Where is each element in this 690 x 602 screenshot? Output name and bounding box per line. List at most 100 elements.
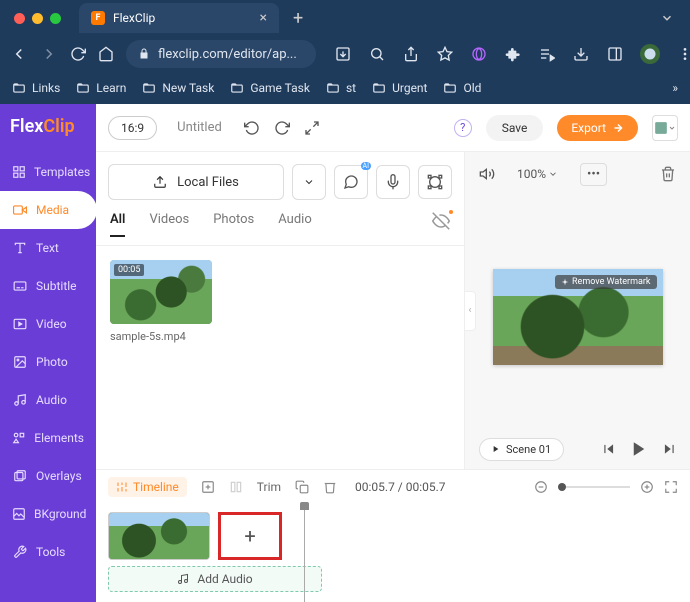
local-files-dropdown[interactable]: [292, 164, 326, 200]
sidebar-item-subtitle[interactable]: Subtitle: [0, 267, 96, 305]
sidebar-item-video[interactable]: Video: [0, 305, 96, 343]
bookmark-icon[interactable]: [436, 45, 454, 63]
share-icon[interactable]: [402, 45, 420, 63]
fit-icon[interactable]: [664, 480, 678, 494]
scene-selector[interactable]: Scene 01: [479, 438, 564, 461]
home-icon[interactable]: [98, 45, 114, 63]
bookmark-old[interactable]: Old: [443, 81, 481, 95]
minimize-window[interactable]: [32, 13, 43, 24]
bookmark-urgent[interactable]: Urgent: [372, 81, 427, 95]
timeline-clip[interactable]: [108, 512, 210, 560]
sidebar-item-audio[interactable]: Audio: [0, 381, 96, 419]
canvas[interactable]: Remove Watermark: [493, 269, 663, 365]
add-audio-button[interactable]: Add Audio: [108, 566, 322, 592]
history-controls: [244, 120, 320, 136]
skip-forward-icon[interactable]: [662, 442, 676, 456]
local-files-button[interactable]: Local Files: [108, 164, 284, 200]
topbar-right: ? Save Export: [454, 115, 678, 141]
collapse-panel-icon[interactable]: ‹: [464, 291, 476, 331]
media-tab-videos[interactable]: Videos: [149, 212, 189, 237]
media-tab-photos[interactable]: Photos: [213, 212, 254, 237]
zoom-selector[interactable]: 100%: [509, 163, 566, 185]
media-icon: [12, 203, 28, 217]
trim-label[interactable]: Trim: [257, 480, 281, 494]
close-window[interactable]: [14, 13, 25, 24]
bookmarks-overflow-icon[interactable]: »: [672, 81, 678, 95]
menu-icon[interactable]: [676, 45, 690, 63]
media-duration: 00:05: [114, 264, 144, 276]
playlist-icon[interactable]: [538, 45, 556, 63]
remove-watermark-button[interactable]: Remove Watermark: [555, 275, 657, 289]
maximize-window[interactable]: [50, 13, 61, 24]
record-audio-button[interactable]: [376, 165, 410, 199]
skip-back-icon[interactable]: [602, 442, 616, 456]
sidebar-item-text[interactable]: Text: [0, 229, 96, 267]
bookmark-links[interactable]: Links: [12, 81, 60, 95]
lock-icon: [138, 48, 150, 60]
sidebar-item-tools[interactable]: Tools: [0, 533, 96, 571]
add-clip-button[interactable]: +: [218, 512, 282, 560]
sidebar-item-overlays[interactable]: Overlays: [0, 457, 96, 495]
browser-tab[interactable]: F FlexClip ×: [79, 3, 279, 33]
tab-favicon-icon: F: [91, 11, 105, 25]
help-icon[interactable]: ?: [454, 119, 472, 137]
sidebar-item-media[interactable]: Media: [0, 191, 97, 229]
new-tab-button[interactable]: +: [287, 8, 309, 29]
sidebar-item-bkground[interactable]: BKground: [0, 495, 96, 533]
bookmark-st[interactable]: st: [326, 81, 356, 95]
project-title[interactable]: Untitled: [177, 120, 222, 135]
delete-icon[interactable]: [660, 166, 676, 182]
undo-icon[interactable]: [244, 120, 260, 136]
tab-close-icon[interactable]: ×: [260, 10, 267, 26]
visibility-toggle-icon[interactable]: [432, 212, 450, 237]
back-icon[interactable]: [10, 45, 28, 63]
bookmark-learn[interactable]: Learn: [76, 81, 126, 95]
record-screen-button[interactable]: [418, 165, 452, 199]
overlays-icon: [12, 469, 28, 483]
media-tab-audio[interactable]: Audio: [278, 212, 311, 237]
url-field[interactable]: flexclip.com/editor/ap...: [126, 40, 316, 68]
zoom-in-icon[interactable]: [640, 480, 654, 494]
extension-opera-icon[interactable]: [470, 45, 488, 63]
add-icon[interactable]: [201, 480, 215, 494]
sidebar-item-templates[interactable]: Templates: [0, 153, 96, 191]
download-icon[interactable]: [572, 45, 590, 63]
sidebar-item-elements[interactable]: Elements: [0, 419, 96, 457]
user-avatar[interactable]: [652, 115, 678, 141]
media-thumbnail[interactable]: 00:05: [110, 260, 212, 324]
playhead[interactable]: [304, 504, 305, 602]
profile-avatar-icon[interactable]: [640, 44, 660, 64]
save-button[interactable]: Save: [486, 115, 544, 141]
zoom-slider[interactable]: [558, 486, 630, 488]
tabs-dropdown-icon[interactable]: [652, 11, 682, 25]
split-icon[interactable]: [229, 480, 243, 494]
media-item[interactable]: 00:05 sample-5s.mp4: [110, 260, 212, 343]
text-icon: [12, 241, 28, 255]
ai-chat-button[interactable]: [334, 165, 368, 199]
media-tabs: All Videos Photos Audio: [96, 212, 464, 246]
timeline-delete-icon[interactable]: [323, 480, 337, 494]
sidebar-item-photo[interactable]: Photo: [0, 343, 96, 381]
preview-more-icon[interactable]: •••: [580, 163, 607, 186]
fullscreen-icon[interactable]: [304, 120, 320, 136]
sidepanel-icon[interactable]: [606, 45, 624, 63]
export-button[interactable]: Export: [557, 115, 638, 141]
forward-icon[interactable]: [40, 45, 58, 63]
zoom-icon[interactable]: [368, 45, 386, 63]
volume-icon[interactable]: [479, 166, 495, 182]
install-icon[interactable]: [334, 45, 352, 63]
copy-icon[interactable]: [295, 480, 309, 494]
aspect-ratio-selector[interactable]: 16:9: [108, 116, 157, 140]
media-tab-all[interactable]: All: [110, 212, 125, 237]
redo-icon[interactable]: [274, 120, 290, 136]
play-icon[interactable]: [630, 440, 648, 458]
reload-icon[interactable]: [70, 45, 86, 63]
bookmark-newtask[interactable]: New Task: [142, 81, 214, 95]
zoom-out-icon[interactable]: [534, 480, 548, 494]
timeline-mode-button[interactable]: Timeline: [108, 477, 187, 497]
extensions-icon[interactable]: [504, 45, 522, 63]
tools-icon: [12, 545, 28, 559]
timeline-tracks: + Add Audio: [96, 504, 690, 602]
app-root: FlexClip Templates Media Text Subtitle V…: [0, 104, 690, 602]
bookmark-gametask[interactable]: Game Task: [230, 81, 310, 95]
